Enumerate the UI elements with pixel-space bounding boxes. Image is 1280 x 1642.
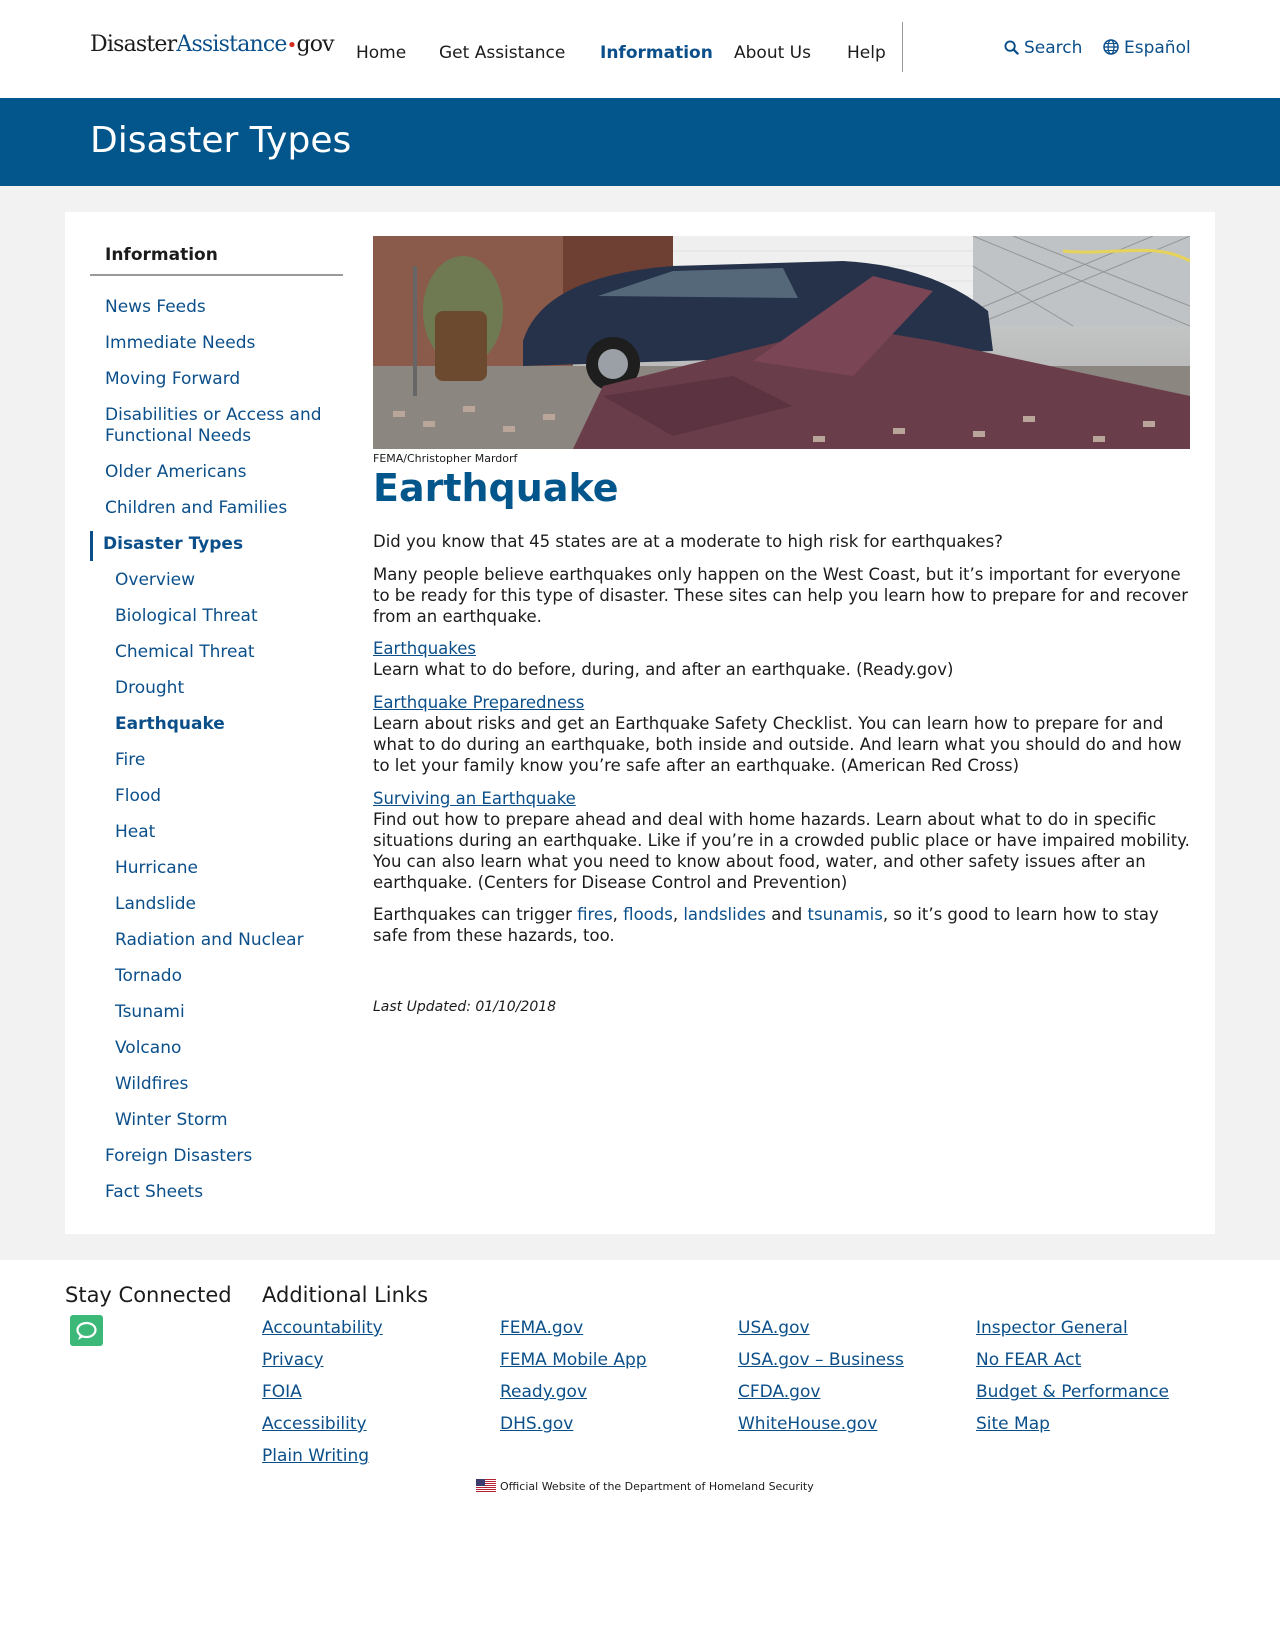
sidebar-item-disabilities[interactable]: Disabilities or Access and [105, 405, 322, 426]
page-title: Earthquake [373, 466, 619, 510]
sidebar-subitem-landslide[interactable]: Landslide [115, 894, 196, 915]
sidebar-subitem-wildfires[interactable]: Wildfires [115, 1074, 188, 1095]
link-fires[interactable]: fires [577, 905, 613, 924]
page-banner: Disaster Types [0, 98, 1280, 186]
sidebar-subitem-chemical-threat[interactable]: Chemical Threat [115, 642, 255, 663]
site-header: DisasterAssistance•gov Home Get Assistan… [0, 0, 1280, 98]
footer-link-inspector-general[interactable]: Inspector General [976, 1318, 1128, 1338]
intro-paragraph-2: Many people believe earthquakes only hap… [373, 565, 1189, 626]
nav-help[interactable]: Help [847, 43, 886, 63]
sidebar-subitem-volcano[interactable]: Volcano [115, 1038, 181, 1059]
footer-link-fema[interactable]: FEMA.gov [500, 1318, 583, 1338]
closing-text: Earthquakes can trigger [373, 905, 578, 924]
sidebar-heading: Information [90, 232, 343, 276]
official-website-notice: Official Website of the Department of Ho… [476, 1479, 814, 1493]
last-updated: Last Updated: 01/10/2018 [373, 999, 557, 1015]
hero-image [373, 236, 1190, 449]
link-floods[interactable]: floods [623, 905, 673, 924]
sidebar-subitem-tsunami[interactable]: Tsunami [115, 1002, 185, 1023]
sidebar-subitem-drought[interactable]: Drought [115, 678, 184, 699]
sidebar-subitem-fire[interactable]: Fire [115, 750, 145, 771]
sidebar-subitem-flood[interactable]: Flood [115, 786, 161, 807]
chat-icon[interactable] [70, 1315, 103, 1346]
resource-link-surviving-earthquake[interactable]: Surviving an Earthquake [373, 788, 1193, 809]
image-credit: FEMA/Christopher Mardorf [373, 452, 518, 465]
sidebar-item-foreign-disasters[interactable]: Foreign Disasters [105, 1146, 252, 1167]
nav-home[interactable]: Home [356, 43, 406, 63]
resource-earthquakes: Earthquakes Learn what to do before, dur… [373, 638, 1193, 680]
closing-separator: , [672, 905, 684, 924]
closing-separator: , [612, 905, 624, 924]
footer-link-ready[interactable]: Ready.gov [500, 1382, 587, 1402]
footer-link-whitehouse[interactable]: WhiteHouse.gov [738, 1414, 877, 1434]
sidebar-subitem-biological-threat[interactable]: Biological Threat [115, 606, 258, 627]
sidebar-item-news-feeds[interactable]: News Feeds [105, 297, 206, 318]
sidebar-subitem-hurricane[interactable]: Hurricane [115, 858, 198, 879]
sidebar-item-children-families[interactable]: Children and Families [105, 498, 287, 519]
link-tsunamis[interactable]: tsunamis [808, 905, 883, 924]
footer-link-accountability[interactable]: Accountability [262, 1318, 383, 1338]
sidebar-item-functional-needs[interactable]: Functional Needs [105, 426, 251, 447]
sidebar-subitem-overview[interactable]: Overview [115, 570, 195, 591]
footer-link-plain-writing[interactable]: Plain Writing [262, 1446, 369, 1466]
search-link[interactable]: Search [1004, 38, 1082, 58]
resource-description: Learn what to do before, during, and aft… [373, 660, 954, 679]
search-label: Search [1024, 38, 1083, 58]
closing-separator: and [765, 905, 808, 924]
footer-link-no-fear-act[interactable]: No FEAR Act [976, 1350, 1081, 1370]
sidebar-subitem-tornado[interactable]: Tornado [115, 966, 182, 987]
footer-link-fema-mobile-app[interactable]: FEMA Mobile App [500, 1350, 647, 1370]
sidebar-item-fact-sheets[interactable]: Fact Sheets [105, 1182, 203, 1203]
sidebar-subitem-earthquake[interactable]: Earthquake [115, 714, 225, 735]
sidebar-item-older-americans[interactable]: Older Americans [105, 462, 247, 483]
footer-link-foia[interactable]: FOIA [262, 1382, 302, 1402]
globe-icon [1103, 39, 1119, 55]
footer-link-budget-performance[interactable]: Budget & Performance [976, 1382, 1169, 1402]
sidebar-subitem-heat[interactable]: Heat [115, 822, 155, 843]
official-website-text: Official Website of the Department of Ho… [500, 1480, 814, 1493]
nav-information[interactable]: Information [600, 43, 713, 63]
footer-link-site-map[interactable]: Site Map [976, 1414, 1050, 1434]
us-flag-icon [476, 1479, 496, 1492]
closing-paragraph: Earthquakes can trigger fires, floods, l… [373, 904, 1193, 946]
nav-divider [902, 22, 903, 72]
link-landslides[interactable]: landslides [683, 905, 766, 924]
footer-link-usa-business[interactable]: USA.gov – Business [738, 1350, 904, 1370]
resource-description: Learn about risks and get an Earthquake … [373, 714, 1182, 775]
resource-link-earthquakes[interactable]: Earthquakes [373, 638, 1193, 659]
sidebar-heading-label: Information [105, 245, 218, 265]
stay-connected-heading: Stay Connected [65, 1283, 232, 1307]
sidebar-subitem-winter-storm[interactable]: Winter Storm [115, 1110, 228, 1131]
language-label: Español [1124, 38, 1191, 58]
footer-link-dhs[interactable]: DHS.gov [500, 1414, 573, 1434]
footer-link-privacy[interactable]: Privacy [262, 1350, 324, 1370]
additional-links-heading: Additional Links [262, 1283, 429, 1307]
nav-about-us[interactable]: About Us [734, 43, 811, 63]
footer-link-usa[interactable]: USA.gov [738, 1318, 810, 1338]
sidebar-item-moving-forward[interactable]: Moving Forward [105, 369, 240, 390]
nav-get-assistance[interactable]: Get Assistance [439, 43, 565, 63]
language-link[interactable]: Español [1103, 38, 1191, 58]
resource-description: Find out how to prepare ahead and deal w… [373, 810, 1190, 892]
sidebar-item-immediate-needs[interactable]: Immediate Needs [105, 333, 255, 354]
resource-link-earthquake-preparedness[interactable]: Earthquake Preparedness [373, 692, 1193, 713]
resource-surviving-earthquake: Surviving an Earthquake Find out how to … [373, 788, 1193, 893]
main-nav: Home Get Assistance Information About Us… [0, 43, 1280, 67]
sidebar-item-disaster-types[interactable]: Disaster Types [103, 534, 243, 555]
intro-paragraph: Did you know that 45 states are at a mod… [373, 532, 1003, 551]
footer-link-cfda[interactable]: CFDA.gov [738, 1382, 820, 1402]
sidebar-active-indicator [90, 531, 93, 561]
sidebar-subitem-radiation-nuclear[interactable]: Radiation and Nuclear [115, 930, 304, 951]
resource-earthquake-preparedness: Earthquake Preparedness Learn about risk… [373, 692, 1193, 776]
banner-title: Disaster Types [90, 120, 352, 161]
footer-link-accessibility[interactable]: Accessibility [262, 1414, 367, 1434]
search-icon [1004, 40, 1019, 55]
